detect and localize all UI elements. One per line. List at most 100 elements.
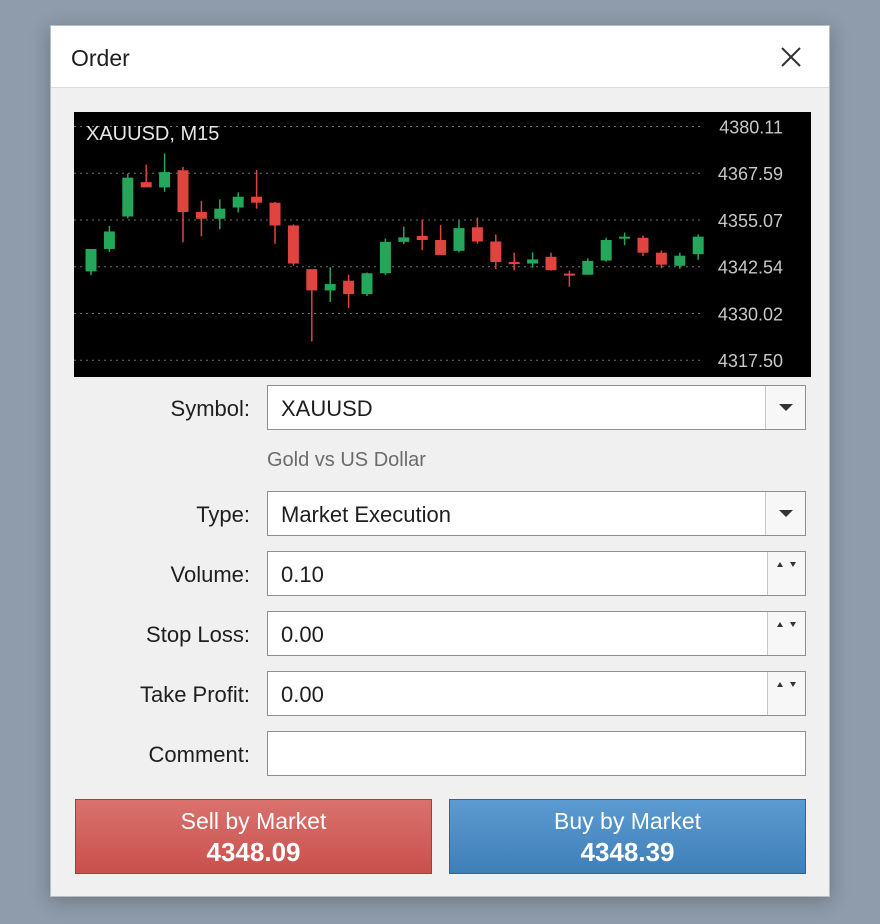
bearish-candle bbox=[563, 270, 575, 287]
bearish-candle bbox=[343, 274, 355, 308]
price-tick-label: 4342.54 bbox=[718, 258, 783, 278]
candle-body bbox=[343, 280, 355, 295]
bullish-candle bbox=[159, 153, 171, 192]
candle-body bbox=[600, 240, 612, 261]
bullish-candle bbox=[361, 272, 373, 297]
candle-body bbox=[545, 256, 557, 271]
take-profit-label: Take Profit: bbox=[139, 682, 250, 707]
candle-body bbox=[379, 241, 391, 274]
stop-loss-label: Stop Loss: bbox=[146, 622, 250, 647]
volume-value: 0.10 bbox=[281, 562, 324, 587]
price-tick-label: 4367.59 bbox=[718, 164, 783, 184]
volume-input[interactable]: 0.10 bbox=[267, 551, 806, 596]
bullish-candle bbox=[232, 192, 244, 213]
comment-label: Comment: bbox=[148, 742, 250, 767]
candle-body bbox=[471, 227, 483, 242]
bearish-candle bbox=[416, 219, 428, 251]
bullish-candle bbox=[214, 199, 226, 230]
bearish-candle bbox=[306, 269, 318, 342]
candle-body bbox=[214, 208, 226, 219]
symbol-value: XAUUSD bbox=[281, 396, 373, 421]
candle-body bbox=[122, 177, 134, 217]
volume-label: Volume: bbox=[170, 562, 251, 587]
candle-body bbox=[287, 225, 299, 264]
candle-body bbox=[159, 172, 171, 188]
bullish-candle bbox=[619, 232, 631, 246]
candle-body bbox=[85, 248, 97, 272]
take-profit-input[interactable]: 0.00 bbox=[267, 671, 806, 716]
candle-body bbox=[692, 236, 704, 255]
bullish-candle bbox=[398, 226, 410, 245]
bearish-candle bbox=[435, 225, 447, 255]
bullish-candle bbox=[379, 238, 391, 276]
price-tick-label: 4317.50 bbox=[718, 351, 783, 371]
symbol-description: Gold vs US Dollar bbox=[267, 449, 426, 471]
bullish-candle bbox=[527, 252, 539, 268]
title-bar: Order bbox=[51, 26, 829, 88]
candle-body bbox=[103, 231, 115, 249]
candle-body bbox=[324, 284, 336, 291]
sell-price: 4348.09 bbox=[206, 837, 301, 867]
candle-body bbox=[361, 273, 373, 295]
bearish-candle bbox=[655, 250, 667, 269]
chevron-down-icon[interactable] bbox=[765, 386, 805, 429]
candle-body bbox=[527, 259, 539, 264]
bearish-candle bbox=[287, 224, 299, 266]
bearish-candle bbox=[269, 201, 281, 244]
buy-by-market-button[interactable]: Buy by Market 4348.39 bbox=[449, 799, 806, 874]
bearish-candle bbox=[177, 166, 189, 243]
stop-loss-value: 0.00 bbox=[281, 622, 324, 647]
sell-by-market-button[interactable]: Sell by Market 4348.09 bbox=[75, 799, 432, 874]
bearish-candle bbox=[140, 164, 152, 188]
bullish-candle bbox=[582, 258, 594, 275]
candle-body bbox=[453, 228, 465, 251]
price-tick-label: 4355.07 bbox=[718, 211, 783, 231]
sell-button-label: Sell by Market bbox=[180, 808, 327, 834]
order-dialog: Order XAUUSD, M15 4380.11 4367.59 4355.07 4… bbox=[50, 25, 830, 897]
symbol-select[interactable]: XAUUSD bbox=[267, 385, 806, 430]
bearish-candle bbox=[545, 252, 557, 271]
candle-body bbox=[195, 212, 207, 219]
candle-body bbox=[251, 196, 263, 203]
stop-loss-input[interactable]: 0.00 bbox=[267, 611, 806, 656]
candle-body bbox=[563, 273, 575, 276]
candle-body bbox=[306, 269, 318, 291]
candle-body bbox=[232, 196, 244, 208]
bullish-candle bbox=[324, 267, 336, 302]
bearish-candle bbox=[637, 235, 649, 257]
bullish-candle bbox=[692, 234, 704, 260]
candle-body bbox=[674, 255, 686, 266]
chevron-down-icon[interactable] bbox=[765, 492, 805, 535]
bullish-candle bbox=[103, 225, 115, 252]
buy-price: 4348.39 bbox=[580, 837, 675, 867]
bearish-candle bbox=[490, 234, 502, 270]
price-chart: XAUUSD, M15 4380.11 4367.59 4355.07 4342.54… bbox=[74, 112, 811, 377]
close-icon[interactable] bbox=[777, 43, 805, 71]
dialog-title: Order bbox=[71, 45, 130, 71]
candle-body bbox=[582, 260, 594, 275]
comment-input[interactable] bbox=[267, 731, 806, 776]
candle-body bbox=[435, 240, 447, 255]
candle-body bbox=[398, 237, 410, 242]
symbol-label: Symbol: bbox=[170, 396, 250, 421]
candle-body bbox=[269, 202, 281, 226]
bearish-candle bbox=[508, 252, 520, 271]
candle-body bbox=[619, 236, 631, 239]
candle-body bbox=[637, 237, 649, 253]
spinner-arrows-icon[interactable] bbox=[767, 672, 805, 715]
bullish-candle bbox=[85, 248, 97, 276]
take-profit-value: 0.00 bbox=[281, 682, 324, 707]
price-tick-label: 4330.02 bbox=[718, 304, 783, 324]
bullish-candle bbox=[453, 220, 465, 253]
bullish-candle bbox=[122, 173, 134, 219]
bearish-candle bbox=[471, 217, 483, 244]
spinner-arrows-icon[interactable] bbox=[767, 552, 805, 595]
spinner-arrows-icon[interactable] bbox=[767, 612, 805, 655]
bearish-candle bbox=[251, 169, 263, 209]
chart-symbol-label: XAUUSD, M15 bbox=[86, 123, 219, 145]
candle-body bbox=[140, 182, 152, 188]
bearish-candle bbox=[195, 200, 207, 237]
type-select[interactable]: Market Execution bbox=[267, 491, 806, 536]
candle-body bbox=[490, 241, 502, 263]
price-tick-label: 4380.11 bbox=[719, 118, 783, 138]
